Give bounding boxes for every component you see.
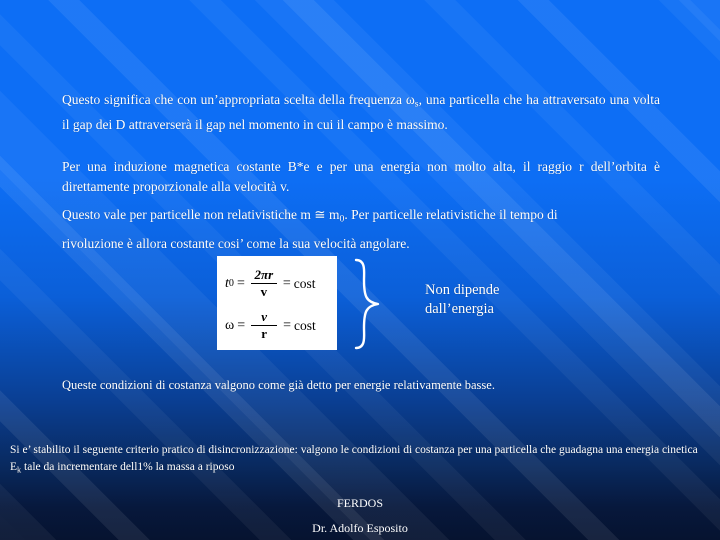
callout-line-1: Non dipende [425, 282, 500, 298]
slide-content: Questo significa che con un’appropriata … [0, 0, 720, 540]
formula-constant-1: cost [293, 275, 316, 291]
formula-image: t0 = 2πr v = cost ω = v r = cost [217, 256, 337, 350]
formula-omega-symbol: ω [225, 317, 235, 333]
formula-equals-3: = [237, 317, 246, 333]
paragraph-magnetic-induction: Per una induzione magnetica costante B*e… [62, 159, 660, 194]
formula-equals-1: = [236, 275, 245, 291]
formula-fraction-2: v r [251, 309, 278, 342]
formula-t-subscript: 0 [228, 278, 234, 289]
paragraph-1-text-a: Questo significa che con un’appropriata … [62, 92, 415, 107]
paragraph-bottom-text-b: tale da incrementare dell1% la massa a r… [21, 461, 235, 473]
formula-line-period: t0 = 2πr v = cost [225, 262, 329, 305]
formula-equals-4: = [283, 317, 292, 333]
formula-numerator-2: v [261, 309, 268, 325]
formula-numerator-1: 2πr [254, 267, 274, 283]
formula-line-angular-velocity: ω = v r = cost [225, 305, 329, 346]
footer-organization: FERDOS [336, 496, 383, 510]
footer-author: Dr. Adolfo Esposito [312, 521, 408, 535]
formula-constant-2: cost [294, 317, 316, 333]
formula-denominator-2: r [261, 326, 268, 342]
paragraph-relativistic: Questo vale per particelle non relativis… [62, 203, 622, 256]
formula-fraction-1: 2πr v [250, 267, 277, 300]
formula-denominator-1: v [260, 284, 268, 300]
callout-non-dipende: Non dipende dall’energia [425, 281, 605, 319]
curly-brace-icon [354, 258, 380, 350]
paragraph-3-text-a: Questo vale per particelle non relativis… [62, 207, 340, 222]
paragraph-costanza: Queste condizioni di costanza valgono co… [62, 378, 495, 392]
formula-equals-2: = [282, 275, 291, 291]
paragraph-frequency: Questo significa che con un’appropriata … [62, 90, 660, 135]
callout-line-2: dall’energia [425, 301, 494, 317]
slide-canvas: Questo significa che con un’appropriata … [0, 0, 720, 540]
paragraph-criterio: Si e’ stabilito il seguente criterio pra… [10, 442, 710, 478]
